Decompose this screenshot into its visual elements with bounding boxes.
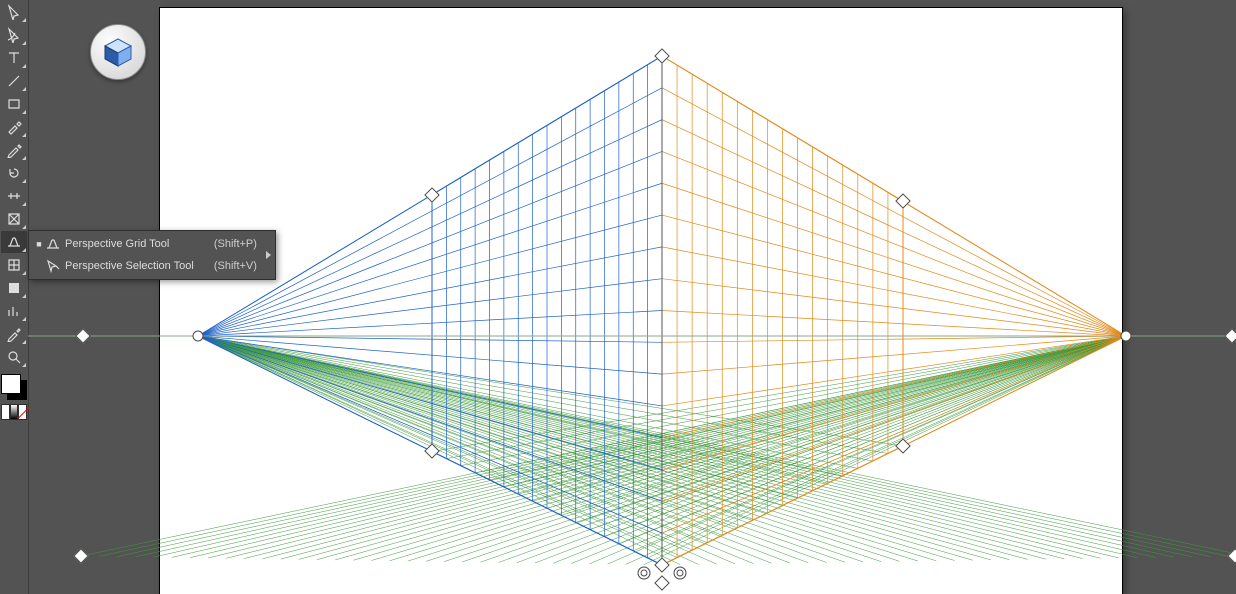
free-transform-tool[interactable]: [1, 208, 27, 230]
fill-swatch[interactable]: [1, 374, 21, 394]
mesh-tool[interactable]: [1, 254, 27, 276]
selection-tool[interactable]: [1, 1, 27, 23]
canvas-area[interactable]: [28, 0, 1236, 594]
flyout-item-shortcut: (Shift+P): [200, 238, 257, 250]
horizon-right-handle[interactable]: [1224, 328, 1236, 344]
rectangle-tool[interactable]: [1, 93, 27, 115]
vanishing-point-right[interactable]: [1121, 331, 1132, 342]
width-tool[interactable]: [1, 185, 27, 207]
flyout-submenu-arrow-icon: [266, 251, 271, 259]
pencil-tool[interactable]: [1, 139, 27, 161]
line-tool[interactable]: [1, 70, 27, 92]
flyout-item-0[interactable]: ■ Perspective Grid Tool (Shift+P): [29, 233, 275, 255]
paintbrush-tool[interactable]: [1, 116, 27, 138]
column-graph-tool[interactable]: [1, 300, 27, 322]
flyout-item-icon: [43, 236, 63, 252]
ground-right-handle[interactable]: [1227, 548, 1236, 564]
color-mode-none[interactable]: [18, 404, 27, 420]
type-tool[interactable]: [1, 47, 27, 69]
zoom-tool[interactable]: [1, 346, 27, 368]
plane-cube-icon: [101, 35, 135, 69]
perspective-grid-tool[interactable]: [1, 231, 27, 253]
direct-selection-tool[interactable]: [1, 24, 27, 46]
flyout-item-label: Perspective Grid Tool: [63, 238, 175, 250]
horizon-left-handle[interactable]: [75, 328, 91, 344]
artboard[interactable]: [160, 8, 1122, 594]
ground-left-handle[interactable]: [73, 548, 89, 564]
toolbox: [0, 0, 29, 594]
gradient-tool[interactable]: [1, 277, 27, 299]
plane-switch-widget[interactable]: [90, 24, 146, 80]
rotate-tool[interactable]: [1, 162, 27, 184]
flyout-item-1[interactable]: Perspective Selection Tool(Shift+V): [29, 255, 275, 277]
color-mode-solid[interactable]: [1, 404, 10, 420]
vanishing-point-left[interactable]: [193, 331, 204, 342]
perspective-tool-flyout[interactable]: ■Perspective Grid Tool(Shift+P)Perspecti…: [28, 230, 276, 280]
eyedropper-tool[interactable]: [1, 323, 27, 345]
fill-stroke-swatch[interactable]: [1, 374, 27, 400]
flyout-selected-mark: ■: [35, 239, 43, 249]
flyout-item-icon: [43, 258, 63, 274]
flyout-item-shortcut: (Shift+V): [200, 260, 257, 272]
flyout-item-label: Perspective Selection Tool: [63, 260, 200, 272]
color-mode-row[interactable]: [1, 404, 27, 418]
